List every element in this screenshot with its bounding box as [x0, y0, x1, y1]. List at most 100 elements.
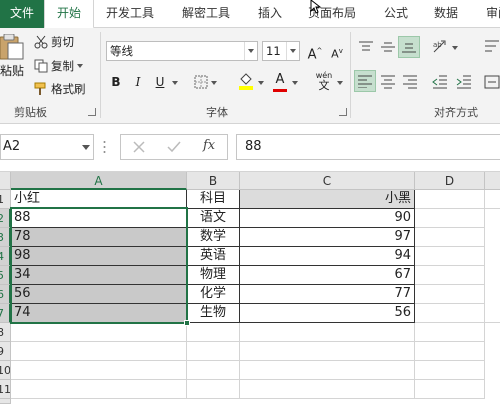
align-left-button[interactable]: [354, 70, 376, 92]
bold-button[interactable]: B: [106, 72, 126, 92]
cell-b7[interactable]: 生物: [187, 304, 240, 323]
tab-insert[interactable]: 插入: [258, 0, 282, 28]
cell-d7[interactable]: [415, 304, 485, 323]
worksheet-grid[interactable]: A B C D 1 2 3 4 5 6 7 8 9 10 11 12 小红 科目…: [0, 172, 500, 404]
underline-dropdown-icon[interactable]: [172, 81, 178, 85]
copy-button[interactable]: 复制: [34, 58, 83, 74]
align-right-icon[interactable]: [402, 74, 418, 90]
font-dialog-launcher-icon[interactable]: [339, 108, 347, 116]
tab-home[interactable]: 开始: [44, 0, 94, 29]
cell-a4[interactable]: 98: [11, 247, 187, 266]
cell-d10[interactable]: [415, 361, 485, 380]
row-header-9[interactable]: 9: [0, 342, 11, 361]
cell-b8[interactable]: [187, 323, 240, 342]
cell-c10[interactable]: [240, 361, 415, 380]
decrease-indent-icon[interactable]: [432, 74, 448, 90]
chevron-down-icon[interactable]: [286, 42, 299, 60]
column-header-c[interactable]: C: [240, 172, 415, 190]
row-header-12[interactable]: 12: [0, 399, 11, 404]
tab-review[interactable]: 审阅: [486, 0, 500, 28]
row-header-10[interactable]: 10: [0, 361, 11, 380]
cell-d11[interactable]: [415, 380, 485, 399]
cell-a2[interactable]: 88: [11, 209, 187, 228]
cell-c9[interactable]: [240, 342, 415, 361]
orientation-dropdown-icon[interactable]: [452, 46, 458, 50]
cell-d3[interactable]: [415, 228, 485, 247]
chevron-down-icon[interactable]: [82, 145, 90, 150]
cell-d2[interactable]: [415, 209, 485, 228]
align-center-icon[interactable]: [380, 74, 396, 90]
tab-file[interactable]: 文件: [0, 0, 44, 28]
cell-c2[interactable]: 90: [240, 209, 415, 228]
cell-d6[interactable]: [415, 285, 485, 304]
row-header-7[interactable]: 7: [0, 304, 11, 323]
row-header-11[interactable]: 11: [0, 380, 11, 399]
tab-decrypt-tools[interactable]: 解密工具: [182, 0, 230, 28]
cell-b4[interactable]: 英语: [187, 247, 240, 266]
cell-a11[interactable]: [11, 380, 187, 399]
cell-a1[interactable]: 小红: [11, 190, 187, 209]
cell-b2[interactable]: 语文: [187, 209, 240, 228]
font-color-button[interactable]: A: [270, 70, 290, 92]
fill-color-dropdown-icon[interactable]: [258, 81, 264, 85]
cell-c11[interactable]: [240, 380, 415, 399]
column-header-e[interactable]: [485, 172, 500, 190]
cell-b6[interactable]: 化学: [187, 285, 240, 304]
tab-developer[interactable]: 开发工具: [106, 0, 154, 28]
check-icon[interactable]: [167, 141, 181, 153]
cell-a3[interactable]: 78: [11, 228, 187, 247]
align-bottom-button[interactable]: [398, 36, 420, 58]
clipboard-dialog-launcher-icon[interactable]: [88, 108, 96, 116]
cell-a10[interactable]: [11, 361, 187, 380]
borders-dropdown-icon[interactable]: [211, 81, 217, 85]
cell-b11[interactable]: [187, 380, 240, 399]
cell-b1[interactable]: 科目: [187, 190, 240, 209]
cell-d5[interactable]: [415, 266, 485, 285]
row-header-3[interactable]: 3: [0, 228, 11, 247]
merge-center-icon[interactable]: [484, 74, 500, 90]
underline-button[interactable]: U: [150, 72, 170, 92]
shrink-font-button[interactable]: Av: [327, 41, 347, 61]
italic-button[interactable]: I: [128, 72, 148, 92]
cell-b3[interactable]: 数学: [187, 228, 240, 247]
fill-color-icon[interactable]: [238, 73, 254, 91]
paste-button[interactable]: 粘贴: [0, 34, 24, 79]
font-size-select[interactable]: 11: [262, 41, 300, 61]
cell-b10[interactable]: [187, 361, 240, 380]
font-name-select[interactable]: 等线: [106, 41, 258, 61]
column-header-b[interactable]: B: [187, 172, 240, 190]
format-painter-button[interactable]: 格式刷: [34, 81, 86, 97]
cell-a8[interactable]: [11, 323, 187, 342]
insert-function-button[interactable]: fx: [203, 138, 215, 153]
cell-d9[interactable]: [415, 342, 485, 361]
tab-formulas[interactable]: 公式: [384, 0, 408, 28]
cell-d1[interactable]: [415, 190, 485, 209]
cell-e-column[interactable]: [485, 209, 500, 323]
cell-a6[interactable]: 56: [11, 285, 187, 304]
row-header-1[interactable]: 1: [0, 190, 11, 209]
cell-c3[interactable]: 97: [240, 228, 415, 247]
chevron-down-icon[interactable]: [77, 64, 83, 68]
cell-a7[interactable]: 74: [11, 304, 187, 323]
cell-a9[interactable]: [11, 342, 187, 361]
chevron-down-icon[interactable]: [244, 42, 257, 60]
splitter-handle-icon[interactable]: [103, 140, 106, 154]
row-header-4[interactable]: 4: [0, 247, 11, 266]
cell-d8[interactable]: [415, 323, 485, 342]
phonetic-guide-button[interactable]: wén 文: [312, 71, 336, 91]
align-top-icon[interactable]: [358, 40, 374, 54]
cell-e1[interactable]: [485, 190, 500, 209]
cell-c6[interactable]: 77: [240, 285, 415, 304]
select-all-corner[interactable]: [0, 172, 11, 190]
row-header-2[interactable]: 2: [0, 209, 11, 228]
cell-a5[interactable]: 34: [11, 266, 187, 285]
grow-font-button[interactable]: A^: [305, 41, 325, 62]
cell-b5[interactable]: 物理: [187, 266, 240, 285]
wrap-text-icon[interactable]: [484, 38, 500, 54]
cell-c5[interactable]: 67: [240, 266, 415, 285]
name-box[interactable]: A2: [0, 134, 94, 160]
cell-c7[interactable]: 56: [240, 304, 415, 323]
row-header-8[interactable]: 8: [0, 323, 11, 342]
column-header-d[interactable]: D: [415, 172, 485, 190]
formula-input[interactable]: 88: [236, 134, 500, 160]
